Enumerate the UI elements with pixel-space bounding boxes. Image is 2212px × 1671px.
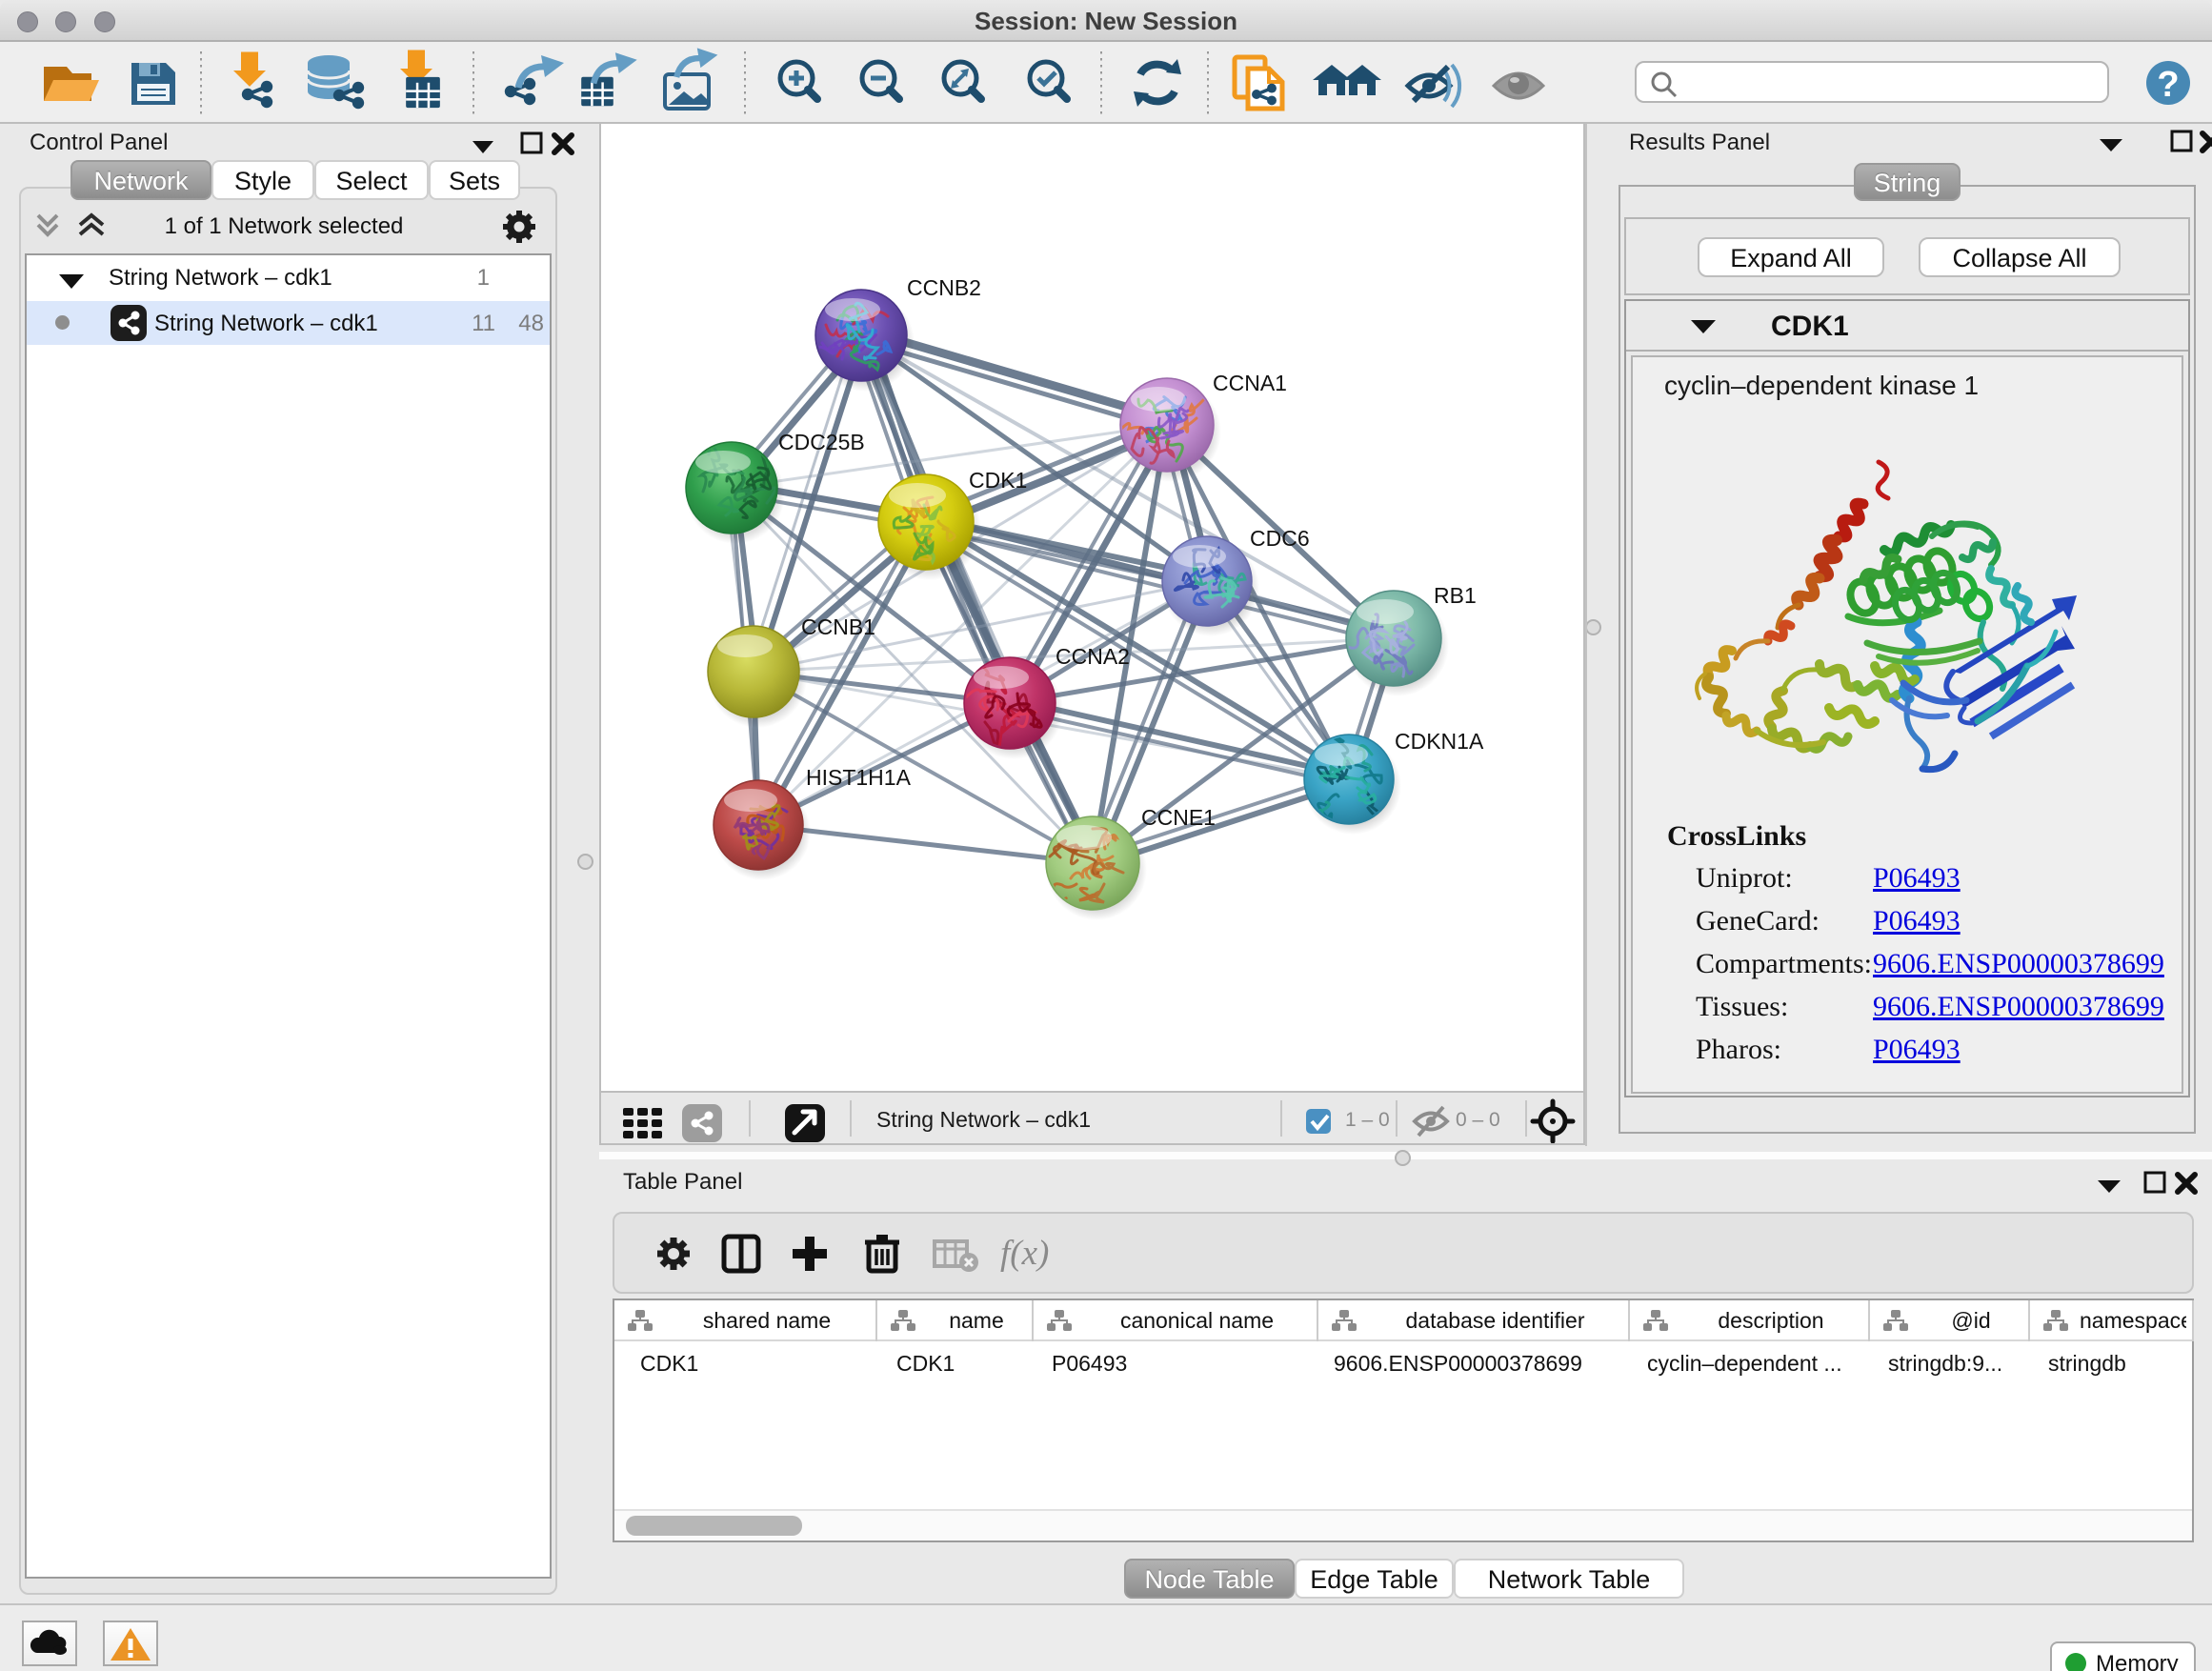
svg-text:CDKN1A: CDKN1A: [1395, 729, 1484, 754]
svg-text:CDK1: CDK1: [969, 468, 1027, 493]
svg-text:CCNE1: CCNE1: [1141, 805, 1216, 830]
svg-text:?: ?: [2157, 65, 2179, 105]
svg-text:CCNB2: CCNB2: [907, 275, 981, 300]
svg-text:CCNA2: CCNA2: [1056, 644, 1130, 669]
svg-text:CCNB1: CCNB1: [801, 614, 875, 639]
svg-text:RB1: RB1: [1434, 583, 1477, 608]
svg-text:CDC25B: CDC25B: [778, 430, 865, 454]
svg-text:CCNA1: CCNA1: [1213, 371, 1287, 395]
svg-text:CDC6: CDC6: [1250, 526, 1310, 551]
svg-text:HIST1H1A: HIST1H1A: [806, 765, 912, 790]
